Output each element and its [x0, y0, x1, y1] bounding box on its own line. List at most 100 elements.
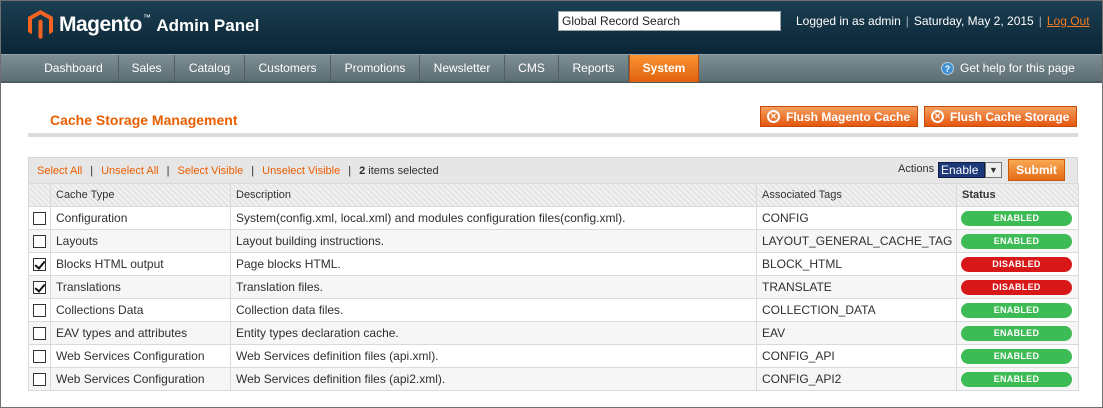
flush-magento-cache-label: Flush Magento Cache — [786, 109, 911, 124]
cell-description: Page blocks HTML. — [230, 252, 757, 276]
submit-button[interactable]: Submit — [1008, 159, 1065, 181]
cell-associated-tags: BLOCK_HTML — [756, 252, 957, 276]
header-associated-tags[interactable]: Associated Tags — [756, 183, 957, 207]
header-checkbox-col — [28, 183, 51, 207]
header-separator: | — [1038, 14, 1042, 28]
logo-subtitle: Admin Panel — [156, 15, 260, 35]
row-checkbox[interactable] — [33, 258, 46, 272]
status-badge: ENABLED — [961, 325, 1072, 341]
massaction-bar: Select All | Unselect All | Select Visible | U… — [28, 157, 1078, 183]
cell-status: ENABLED — [956, 229, 1079, 253]
status-badge: ENABLED — [961, 233, 1072, 249]
flush-cache-storage-button[interactable]: ✕ Flush Cache Storage — [924, 106, 1078, 127]
cell-status: ENABLED — [956, 206, 1079, 230]
nav-sales[interactable]: Sales — [119, 55, 175, 82]
cell-associated-tags: TRANSLATE — [756, 275, 957, 299]
cell-description: Translation files. — [230, 275, 757, 299]
header-user-info: Logged in as admin | Saturday, May 2, 2015… — [796, 14, 1090, 28]
row-checkbox-cell — [28, 206, 51, 230]
status-badge: ENABLED — [961, 210, 1072, 226]
cell-status: ENABLED — [956, 321, 1079, 345]
cell-status: ENABLED — [956, 344, 1079, 368]
selected-suffix: items selected — [365, 165, 439, 177]
logged-in-text: Logged in as admin — [796, 14, 901, 28]
help-link[interactable]: ? Get help for this page — [941, 61, 1075, 75]
logout-link[interactable]: Log Out — [1047, 14, 1090, 28]
row-checkbox-cell — [28, 275, 51, 299]
cell-description: Web Services definition files (api.xml). — [230, 344, 757, 368]
header-status[interactable]: Status — [956, 183, 1079, 207]
nav-newsletter[interactable]: Newsletter — [420, 55, 505, 82]
cell-description: Web Services definition files (api2.xml)… — [230, 367, 757, 391]
row-checkbox[interactable] — [33, 350, 46, 364]
table-row[interactable]: Collections Data Collection data files. CO… — [28, 298, 1079, 322]
cell-associated-tags: COLLECTION_DATA — [756, 298, 957, 322]
row-checkbox[interactable] — [33, 212, 46, 226]
cell-associated-tags: EAV — [756, 321, 957, 345]
flush-magento-cache-button[interactable]: ✕ Flush Magento Cache — [760, 106, 919, 127]
magento-logo-icon — [28, 10, 53, 39]
table-row[interactable]: Layouts Layout building instructions. LAYO… — [28, 229, 1079, 253]
cell-status: DISABLED — [956, 252, 1079, 276]
nav-promotions[interactable]: Promotions — [331, 55, 420, 82]
status-badge: ENABLED — [961, 371, 1072, 387]
actions-select[interactable]: Enable ▼ — [938, 162, 1002, 178]
row-checkbox-cell — [28, 321, 51, 345]
table-header-row: Cache Type Description Associated Tags S… — [28, 183, 1079, 207]
row-checkbox-cell — [28, 367, 51, 391]
nav-system[interactable]: System — [629, 55, 699, 82]
link-separator: | — [348, 165, 352, 177]
cancel-circle-icon: ✕ — [767, 110, 780, 123]
table-row[interactable]: Configuration System(config.xml, local.xm… — [28, 206, 1079, 230]
header-description[interactable]: Description — [230, 183, 757, 207]
nav-dashboard[interactable]: Dashboard — [29, 55, 119, 82]
table-row[interactable]: Web Services Configuration Web Services d… — [28, 344, 1079, 368]
chevron-down-icon: ▼ — [985, 162, 1002, 178]
row-checkbox[interactable] — [33, 281, 46, 295]
title-divider — [28, 133, 1078, 137]
row-checkbox-cell — [28, 229, 51, 253]
cell-status: DISABLED — [956, 275, 1079, 299]
massaction-links: Select All | Unselect All | Select Visible | U… — [37, 165, 439, 177]
nav-cms[interactable]: CMS — [505, 55, 559, 82]
select-visible-link[interactable]: Select Visible — [177, 165, 243, 177]
cell-description: Collection data files. — [230, 298, 757, 322]
nav-reports[interactable]: Reports — [559, 55, 629, 82]
select-all-link[interactable]: Select All — [37, 165, 82, 177]
cache-table: Cache Type Description Associated Tags S… — [28, 183, 1079, 391]
row-checkbox[interactable] — [33, 373, 46, 387]
row-checkbox[interactable] — [33, 304, 46, 318]
unselect-visible-link[interactable]: Unselect Visible — [262, 165, 340, 177]
nav-customers[interactable]: Customers — [245, 55, 331, 82]
cell-cache-type: Configuration — [50, 206, 231, 230]
row-checkbox-cell — [28, 298, 51, 322]
status-badge: ENABLED — [961, 302, 1072, 318]
unselect-all-link[interactable]: Unselect All — [101, 165, 158, 177]
cell-cache-type: Web Services Configuration — [50, 367, 231, 391]
global-search-input[interactable] — [558, 11, 781, 31]
row-checkbox[interactable] — [33, 327, 46, 341]
cell-status: ENABLED — [956, 367, 1079, 391]
actions-label: Actions — [898, 163, 935, 175]
status-badge: DISABLED — [961, 256, 1072, 272]
logo-brand: Magento™ — [59, 12, 151, 36]
table-row[interactable]: Web Services Configuration Web Services d… — [28, 367, 1079, 391]
flush-cache-storage-label: Flush Cache Storage — [950, 109, 1070, 124]
cell-description: System(config.xml, local.xml) and module… — [230, 206, 757, 230]
cell-cache-type: Layouts — [50, 229, 231, 253]
link-separator: | — [90, 165, 94, 177]
table-row[interactable]: Blocks HTML output Page blocks HTML. BLOCK… — [28, 252, 1079, 276]
header-date: Saturday, May 2, 2015 — [913, 14, 1034, 28]
header-cache-type[interactable]: Cache Type — [50, 183, 231, 207]
table-row[interactable]: Translations Translation files. TRANSLATE D… — [28, 275, 1079, 299]
row-checkbox[interactable] — [33, 235, 46, 249]
cell-cache-type: Collections Data — [50, 298, 231, 322]
page-title: Cache Storage Management — [50, 112, 238, 128]
cell-cache-type: Web Services Configuration — [50, 344, 231, 368]
table-row[interactable]: EAV types and attributes Entity types dec… — [28, 321, 1079, 345]
row-checkbox-cell — [28, 344, 51, 368]
magento-logo[interactable]: Magento™ Admin Panel — [28, 10, 259, 39]
nav-catalog[interactable]: Catalog — [175, 55, 245, 82]
cell-description: Entity types declaration cache. — [230, 321, 757, 345]
cache-grid: Select All | Unselect All | Select Visible | U… — [28, 157, 1079, 391]
